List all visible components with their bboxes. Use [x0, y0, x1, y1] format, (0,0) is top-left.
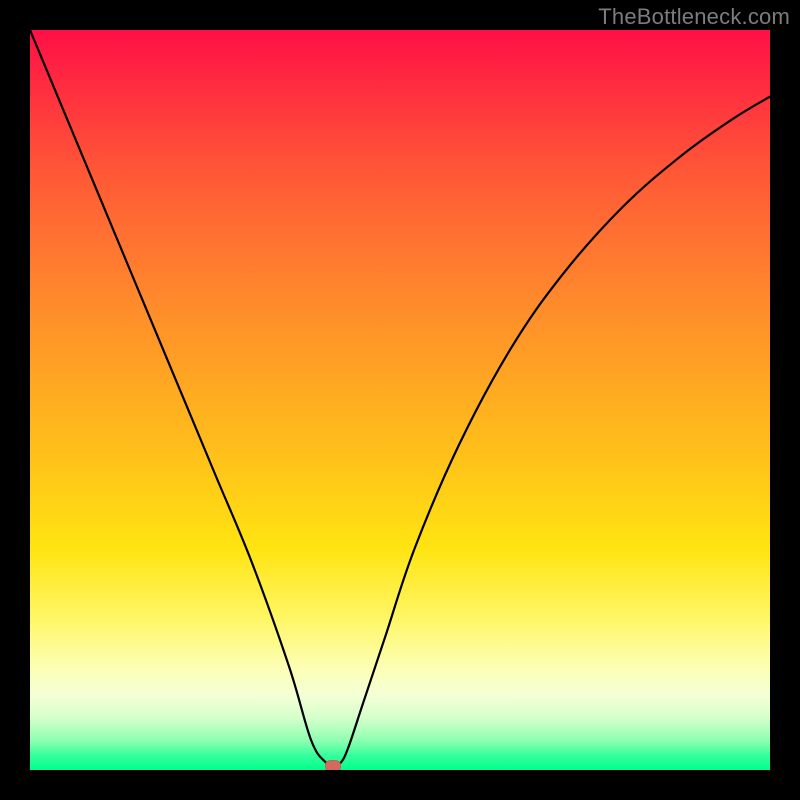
chart-frame: TheBottleneck.com: [0, 0, 800, 800]
bottleneck-curve: [30, 30, 770, 770]
plot-area: [30, 30, 770, 770]
minimum-marker: [325, 760, 341, 770]
watermark-text: TheBottleneck.com: [598, 4, 790, 30]
